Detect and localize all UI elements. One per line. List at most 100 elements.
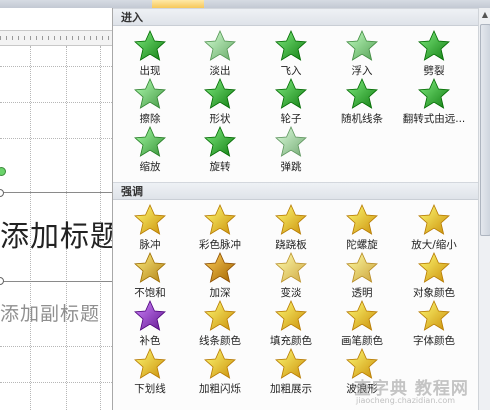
effect-item[interactable]: 透明 bbox=[327, 252, 397, 300]
star-icon bbox=[275, 30, 307, 61]
effect-item-label: 跷跷板 bbox=[275, 239, 307, 251]
star-icon bbox=[204, 204, 236, 235]
effect-item[interactable]: 淡出 bbox=[185, 30, 255, 78]
effect-item-label: 不饱和 bbox=[134, 287, 166, 299]
star-icon bbox=[346, 204, 378, 235]
effect-item[interactable]: 劈裂 bbox=[399, 30, 469, 78]
star-icon bbox=[134, 300, 166, 331]
effect-item[interactable]: 轮子 bbox=[256, 78, 326, 126]
effect-item[interactable]: 放大/缩小 bbox=[399, 204, 469, 252]
effect-item-label: 飞入 bbox=[280, 65, 302, 77]
star-icon bbox=[134, 30, 166, 61]
star-icon bbox=[204, 300, 236, 331]
star-icon bbox=[204, 252, 236, 283]
star-icon bbox=[418, 30, 450, 61]
effect-item-label: 轮子 bbox=[280, 113, 302, 125]
star-icon bbox=[134, 252, 166, 283]
effect-item-label: 字体颜色 bbox=[413, 335, 455, 347]
grid-line bbox=[0, 66, 112, 67]
effect-item[interactable]: 彩色脉冲 bbox=[185, 204, 255, 252]
effect-item[interactable]: 对象颜色 bbox=[399, 252, 469, 300]
effect-item-label: 劈裂 bbox=[423, 65, 445, 77]
effect-item[interactable]: 旋转 bbox=[185, 126, 255, 174]
effect-item-label: 加粗展示 bbox=[270, 383, 312, 395]
effect-item-label: 画笔颜色 bbox=[341, 335, 383, 347]
effect-item-label: 形状 bbox=[209, 113, 231, 125]
effect-item[interactable]: 加粗闪烁 bbox=[185, 348, 255, 396]
effect-item-label: 补色 bbox=[139, 335, 161, 347]
slide-canvas[interactable]: 添加标题 添加副标题 bbox=[0, 46, 119, 410]
star-icon bbox=[275, 300, 307, 331]
effect-item-label: 变淡 bbox=[280, 287, 302, 299]
star-icon bbox=[134, 204, 166, 235]
star-icon bbox=[275, 126, 307, 157]
effect-item[interactable]: 擦除 bbox=[115, 78, 185, 126]
title-placeholder-text[interactable]: 添加标题 bbox=[0, 213, 120, 255]
grid-line bbox=[0, 346, 112, 347]
effect-item[interactable]: 字体颜色 bbox=[399, 300, 469, 348]
effect-item-label: 透明 bbox=[351, 287, 373, 299]
scroll-thumb[interactable] bbox=[480, 24, 490, 236]
effect-item-label: 浮入 bbox=[351, 65, 373, 77]
star-icon bbox=[418, 78, 450, 109]
effect-item-label: 彩色脉冲 bbox=[199, 239, 241, 251]
ribbon-animations-tab[interactable] bbox=[152, 0, 204, 8]
effect-item[interactable]: 出现 bbox=[115, 30, 185, 78]
effect-item-label: 对象颜色 bbox=[413, 287, 455, 299]
star-icon bbox=[204, 126, 236, 157]
gallery-scrollbar[interactable]: ▲ bbox=[478, 8, 490, 410]
effect-item[interactable]: 翻转式由远... bbox=[399, 78, 469, 126]
effect-item[interactable]: 加粗展示 bbox=[256, 348, 326, 396]
animation-effects-gallery: 进入出现 淡出 飞入 浮入 劈裂擦除 形状 轮子 随机线条 翻转式由远... 缩放 旋转 弹跳强调脉冲… bbox=[112, 8, 479, 410]
ribbon-strip bbox=[0, 0, 490, 8]
star-icon bbox=[275, 204, 307, 235]
effect-item[interactable]: 形状 bbox=[185, 78, 255, 126]
effect-item[interactable]: 弹跳 bbox=[256, 126, 326, 174]
effect-item-label: 加深 bbox=[209, 287, 231, 299]
star-icon bbox=[204, 78, 236, 109]
effect-item-label: 擦除 bbox=[139, 113, 161, 125]
grid-line bbox=[0, 138, 112, 139]
star-icon bbox=[275, 252, 307, 283]
effect-item[interactable]: 跷跷板 bbox=[256, 204, 326, 252]
effect-item-label: 下划线 bbox=[134, 383, 166, 395]
effect-item[interactable]: 补色 bbox=[115, 300, 185, 348]
effect-item-label: 翻转式由远... bbox=[402, 113, 466, 125]
effect-item[interactable]: 下划线 bbox=[115, 348, 185, 396]
resize-handle[interactable] bbox=[0, 189, 4, 197]
star-icon bbox=[275, 348, 307, 379]
effect-item-label: 出现 bbox=[139, 65, 161, 77]
horizontal-ruler bbox=[0, 30, 112, 46]
section-header: 进入 bbox=[113, 8, 479, 26]
effect-item[interactable]: 画笔颜色 bbox=[327, 300, 397, 348]
effect-item[interactable]: 陀螺旋 bbox=[327, 204, 397, 252]
star-icon bbox=[346, 78, 378, 109]
subtitle-placeholder-text[interactable]: 添加副标题 bbox=[0, 299, 100, 326]
star-icon bbox=[275, 78, 307, 109]
effect-item[interactable]: 不饱和 bbox=[115, 252, 185, 300]
effect-item-label: 线条颜色 bbox=[199, 335, 241, 347]
effect-item[interactable]: 飞入 bbox=[256, 30, 326, 78]
effect-item[interactable]: 缩放 bbox=[115, 126, 185, 174]
star-icon bbox=[134, 78, 166, 109]
effect-item-label: 缩放 bbox=[139, 161, 161, 173]
effect-item-label: 淡出 bbox=[209, 65, 231, 77]
effect-item-label: 加粗闪烁 bbox=[199, 383, 241, 395]
watermark-url: jiaocheng.chazidian.com bbox=[356, 396, 456, 405]
effect-item[interactable]: 变淡 bbox=[256, 252, 326, 300]
effect-item[interactable]: 随机线条 bbox=[327, 78, 397, 126]
effect-item[interactable]: 浮入 bbox=[327, 30, 397, 78]
resize-handle[interactable] bbox=[0, 277, 4, 285]
grid-line bbox=[0, 102, 112, 103]
section-header: 强调 bbox=[113, 182, 479, 200]
star-icon bbox=[204, 30, 236, 61]
effect-item-label: 脉冲 bbox=[139, 239, 161, 251]
star-icon bbox=[204, 348, 236, 379]
effect-item[interactable]: 填充颜色 bbox=[256, 300, 326, 348]
effect-item[interactable]: 脉冲 bbox=[115, 204, 185, 252]
effect-item[interactable]: 线条颜色 bbox=[185, 300, 255, 348]
scroll-up-arrow-icon[interactable]: ▲ bbox=[479, 8, 490, 22]
rotate-handle[interactable] bbox=[0, 167, 6, 176]
effect-item[interactable]: 加深 bbox=[185, 252, 255, 300]
star-icon bbox=[418, 300, 450, 331]
